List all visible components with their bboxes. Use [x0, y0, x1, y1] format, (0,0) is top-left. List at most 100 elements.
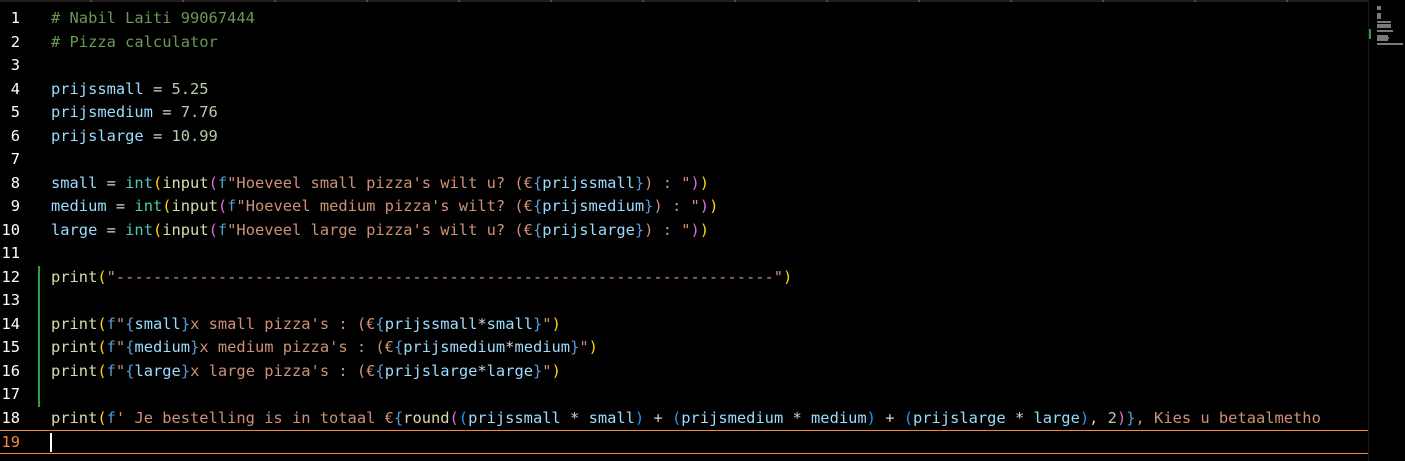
code-token: )	[690, 173, 700, 192]
code-token: )	[699, 173, 710, 192]
code-token: small	[486, 314, 533, 333]
code-token: =	[143, 126, 172, 145]
line-number: 1	[10, 9, 20, 27]
code-token: 7.76	[180, 103, 218, 121]
code-token: round	[403, 408, 450, 427]
code-token: "---------------------------------------…	[106, 267, 784, 286]
code-line[interactable]: 14 print(f"{small}x small pizza's : (€{pr…	[0, 312, 1368, 336]
code-token: ,	[1089, 408, 1108, 427]
code-line[interactable]: 10 large = int(input(f"Hoeveel large pizz…	[0, 219, 1368, 243]
code-line[interactable]: 13	[0, 289, 1368, 313]
line-number: 4	[10, 79, 20, 98]
code-token: medium	[51, 197, 107, 215]
code-token: large	[51, 220, 98, 239]
code-token: "	[542, 361, 552, 380]
code-line[interactable]: 2 # Pizza calculator	[0, 31, 1368, 55]
code-token: , Kies u betaalmetho	[1135, 408, 1321, 427]
minimap-line	[1377, 30, 1393, 33]
code-token: prijssmall	[51, 79, 144, 98]
gutter-modified-marker	[38, 336, 40, 360]
code-token: (	[97, 338, 107, 356]
line-number: 16	[1, 361, 20, 380]
minimap-line	[1377, 39, 1388, 41]
code-line[interactable]: 5 prijsmedium = 7.76	[0, 101, 1368, 125]
code-token: print	[51, 408, 98, 427]
code-token: {	[375, 314, 385, 333]
code-editor[interactable]: 1 # Nabil Laiti 99067444 2 # Pizza calculat…	[0, 0, 1405, 461]
code-text: prijssmall = 5.25	[51, 78, 209, 102]
code-token: ' Je bestelling is in totaal €	[115, 408, 394, 427]
minimap[interactable]	[1368, 0, 1405, 461]
code-token: (	[97, 267, 107, 286]
code-line[interactable]: 9 medium = int(input(f"Hoeveel medium piz…	[0, 195, 1368, 219]
code-token: # Nabil Laiti 99067444	[51, 9, 255, 27]
code-line[interactable]: 15 print(f"{medium}x medium pizza's : (€{…	[0, 336, 1368, 360]
code-token: prijsmedium	[403, 338, 506, 356]
code-token: print	[51, 267, 98, 286]
code-line[interactable]: 12 print("-------------------------------…	[0, 265, 1368, 289]
code-token: (	[217, 197, 228, 215]
code-line[interactable]: 11	[0, 242, 1368, 266]
code-line[interactable]: 17	[0, 383, 1368, 407]
code-token: input	[162, 173, 209, 192]
code-token: f	[106, 408, 116, 427]
code-token: )	[588, 338, 598, 356]
code-line[interactable]: 6 prijslarge = 10.99	[0, 125, 1368, 149]
code-token: int	[134, 197, 163, 215]
code-token: small	[588, 408, 635, 427]
code-token: 10.99	[171, 126, 218, 145]
tab-strip-remnant	[0, 0, 1368, 2]
code-token: 2	[1107, 408, 1117, 427]
code-line[interactable]: 8 small = int(input(f"Hoeveel small pizza…	[0, 172, 1368, 196]
code-token: *	[1005, 408, 1034, 427]
code-token: f	[106, 314, 116, 333]
code-token: )	[783, 267, 793, 286]
code-text: # Nabil Laiti 99067444	[51, 7, 255, 31]
line-number: 12	[1, 267, 20, 286]
gutter-modified-marker	[38, 312, 40, 336]
code-line[interactable]: 3	[0, 54, 1368, 78]
code-token: large	[134, 361, 181, 380]
code-token: =	[152, 103, 181, 121]
code-token: *	[560, 408, 589, 427]
line-number: 11	[1, 244, 20, 262]
code-token: small	[134, 314, 181, 333]
line-number: 3	[10, 56, 20, 74]
code-token: medium	[811, 408, 867, 427]
code-token: }	[570, 338, 580, 356]
code-token: (	[458, 408, 469, 427]
line-number: 13	[1, 291, 20, 309]
line-number: 7	[10, 150, 20, 168]
code-line[interactable]: 7	[0, 148, 1368, 172]
code-token: {	[532, 173, 543, 192]
code-line-current[interactable]: 19	[0, 430, 1368, 454]
code-token: prijsmedium	[681, 408, 784, 427]
code-text: prijsmedium = 7.76	[51, 101, 218, 125]
code-token: small	[51, 173, 98, 192]
code-token: "	[115, 338, 126, 356]
code-token: *	[477, 314, 487, 333]
code-token: medium	[514, 338, 571, 356]
code-line[interactable]: 4 prijssmall = 5.25	[0, 78, 1368, 102]
code-token: print	[51, 361, 98, 380]
code-token: (	[97, 408, 107, 427]
code-token: f	[106, 338, 116, 356]
code-text: prijslarge = 10.99	[51, 125, 218, 149]
code-line[interactable]: 18 print(f' Je bestelling is in totaal €{…	[0, 407, 1368, 431]
code-token: )	[1079, 408, 1090, 427]
code-token: (	[208, 220, 218, 239]
code-token: prijssmall	[384, 314, 478, 333]
code-token: "Hoeveel large pizza's wilt u? (€	[227, 220, 533, 239]
code-text: print(f' Je bestelling is in totaal €{ro…	[51, 407, 1321, 431]
code-text: large = int(input(f"Hoeveel large pizza'…	[51, 219, 709, 243]
line-number: 2	[10, 32, 20, 51]
code-token: f	[217, 173, 228, 192]
code-token: int	[125, 220, 153, 239]
code-token: }	[634, 220, 645, 239]
code-token: *	[477, 361, 487, 380]
code-line[interactable]: 1 # Nabil Laiti 99067444	[0, 7, 1368, 31]
code-token: =	[97, 220, 126, 239]
gutter-modified-marker	[38, 265, 40, 289]
code-token: {	[393, 338, 404, 356]
code-line[interactable]: 16 print(f"{large}x large pizza's : (€{pr…	[0, 359, 1368, 383]
